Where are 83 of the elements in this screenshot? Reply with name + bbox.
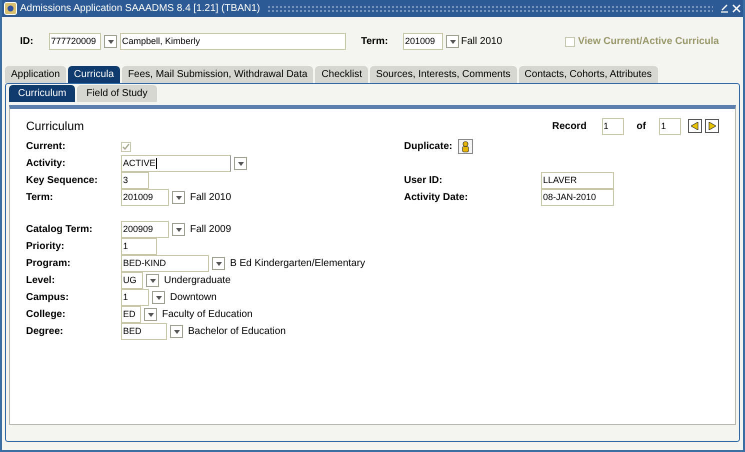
input-field[interactable]: 3 (121, 172, 149, 189)
input-field[interactable]: 1 (602, 118, 624, 134)
record-label: Record (552, 120, 587, 134)
of-label: of (636, 120, 646, 134)
input-field[interactable]: 777720009 (49, 33, 101, 50)
input-field[interactable]: UG (121, 272, 143, 289)
field-description: Bachelor of Education (188, 325, 286, 339)
caret-icon (156, 296, 162, 300)
input-field[interactable]: LLAVER (541, 172, 614, 189)
field-label: Current: (26, 140, 66, 154)
window-title: Admissions Application SAAADMS 8.4 [1.21] (TBAN1) (20, 2, 260, 16)
caret-icon (450, 40, 456, 44)
field-description: Undergraduate (164, 274, 231, 288)
field-label: Degree: (26, 325, 64, 339)
dropdown-button[interactable] (172, 223, 185, 236)
tab[interactable]: Curricula (68, 66, 120, 83)
input-field[interactable]: 1 (121, 289, 149, 306)
dropdown-button[interactable] (152, 291, 165, 304)
duplicate-label: Duplicate: (404, 140, 452, 154)
caret-icon (150, 278, 156, 282)
input-field[interactable]: ED (121, 306, 141, 323)
field-label: Priority: (26, 240, 66, 254)
input-field[interactable]: 1 (659, 118, 681, 134)
field-label: Catalog Term: (26, 223, 94, 237)
field-label: College: (26, 308, 66, 322)
duplicate-button[interactable] (458, 139, 474, 154)
caret-icon (238, 162, 244, 166)
field-label: Activity: (26, 157, 66, 171)
input-field[interactable]: Campbell, Kimberly (120, 33, 346, 50)
caret-icon (176, 196, 182, 200)
term-label: Term: (361, 35, 390, 49)
caret-icon (148, 312, 154, 316)
tab[interactable]: Checklist (315, 66, 368, 83)
field-label: Program: (26, 257, 72, 271)
caret-icon (174, 330, 180, 334)
tab[interactable]: Fees, Mail Submission, Withdrawal Data (122, 66, 314, 83)
dropdown-button[interactable] (170, 325, 183, 338)
term-description: Fall 2010 (461, 35, 502, 49)
dropdown-button[interactable] (146, 274, 159, 287)
field-description: Fall 2009 (190, 223, 232, 237)
check-icon (122, 142, 130, 150)
field-description: B Ed Kindergarten/Elementary (230, 257, 366, 271)
person-icon (460, 140, 472, 152)
input-field[interactable]: BED (121, 323, 167, 340)
input-field[interactable]: ACTIVE (121, 155, 231, 172)
input-field[interactable]: 201009 (403, 33, 443, 50)
tab[interactable]: Application (5, 66, 66, 83)
field-label: Key Sequence: (26, 174, 99, 188)
tab[interactable]: Contacts, Cohorts, Attributes (518, 66, 658, 83)
sub-tab[interactable]: Curriculum (9, 85, 76, 102)
field-label: Level: (26, 274, 56, 288)
input-field[interactable]: 201009 (121, 189, 169, 206)
dropdown-button[interactable] (104, 35, 117, 48)
dropdown-button[interactable] (144, 308, 157, 321)
input-field[interactable]: 08-JAN-2010 (541, 189, 614, 206)
input-field[interactable]: 1 (121, 238, 157, 255)
dropdown-button[interactable] (446, 35, 459, 48)
close-icon[interactable] (732, 4, 741, 13)
id-label: ID: (20, 35, 34, 49)
field-label: Activity Date: (404, 191, 469, 205)
dropdown-button[interactable] (212, 257, 225, 270)
minimize-icon[interactable] (720, 4, 729, 13)
tab[interactable]: Sources, Interests, Comments (370, 66, 517, 83)
field-label: Term: (26, 191, 54, 205)
field-label: Campus: (26, 291, 70, 305)
caret-icon (216, 262, 222, 266)
previous-button[interactable] (688, 119, 702, 133)
section-title: Curriculum (26, 118, 84, 135)
field-label: User ID: (404, 174, 444, 188)
field-description: Downtown (170, 291, 217, 305)
right-arrow-icon (708, 122, 716, 130)
dropdown-button[interactable] (234, 157, 247, 170)
sub-tab[interactable]: Field of Study (77, 85, 156, 102)
caret-icon (108, 40, 114, 44)
checkbox-label: View Current/Active Curricula (578, 35, 719, 49)
input-field[interactable]: 200909 (121, 221, 169, 238)
caret-icon (176, 228, 182, 232)
left-arrow-icon (691, 122, 699, 130)
field-description: Fall 2010 (190, 191, 232, 205)
dropdown-button[interactable] (172, 191, 185, 204)
input-field[interactable]: BED-KIND (121, 255, 209, 272)
next-button[interactable] (705, 119, 719, 133)
field-description: Faculty of Education (162, 308, 253, 322)
